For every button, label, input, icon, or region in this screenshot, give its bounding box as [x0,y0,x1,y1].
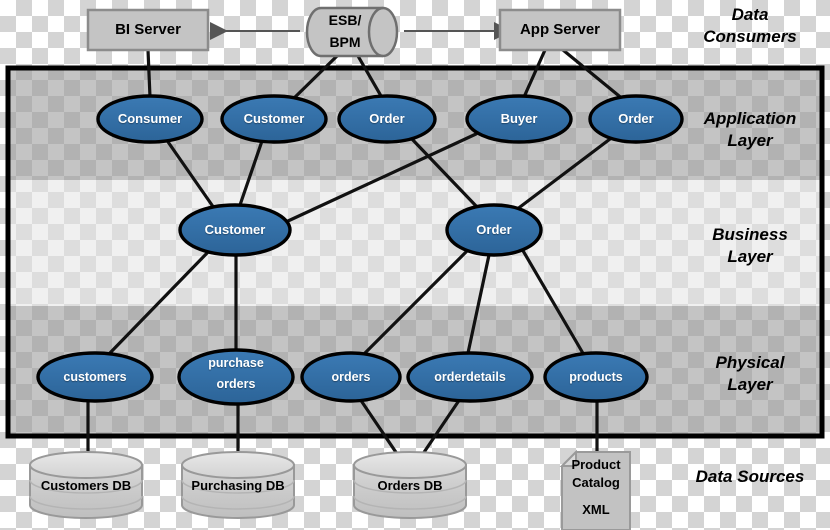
data-source-nodes[interactable] [29,449,631,530]
phys-orderdetails-ellipse[interactable] [406,351,534,403]
phys-customers-ellipse[interactable] [36,351,154,403]
esb-bpm-cylinder[interactable] [305,6,399,58]
layer-label-physical-line1: Physical [715,353,785,372]
layer-label-physical-line2: Layer [727,375,773,394]
layer-label-data-sources: Data Sources [695,467,805,486]
biz-customer-ellipse[interactable] [178,203,292,257]
app-server-box[interactable] [498,8,622,52]
layer-label-application-line2: Layer [727,131,773,150]
link-bi-consumer [146,48,152,99]
layer-label-business-line2: Layer [727,247,773,266]
purchasing-db-cylinder[interactable] [181,451,295,519]
phys-products-ellipse[interactable] [543,351,649,403]
product-catalog-document[interactable] [559,449,631,530]
app-buyer-ellipse[interactable] [465,94,573,144]
phys-orders-ellipse[interactable] [300,351,402,403]
layer-label-business-line1: Business [712,225,788,244]
app-order-ellipse[interactable] [337,94,437,144]
customers-db-cylinder[interactable] [29,451,143,519]
app-order-2-ellipse[interactable] [588,94,684,144]
phys-purchase-orders-ellipse[interactable] [177,348,295,406]
layer-label-application-line1: Application [703,109,797,128]
app-consumer-ellipse[interactable] [96,94,204,144]
consumer-nodes[interactable] [86,6,622,58]
biz-order-ellipse[interactable] [445,203,543,257]
architecture-diagram: BI Server App Server ESB/ BPM Consumer C… [0,0,830,530]
app-customer-ellipse[interactable] [220,94,328,144]
layer-label-data-consumers-line1: Data [731,5,769,24]
bi-server-box[interactable] [86,8,210,52]
orders-db-cylinder[interactable] [353,451,467,519]
layer-label-data-consumers-line2: Consumers [703,27,797,46]
